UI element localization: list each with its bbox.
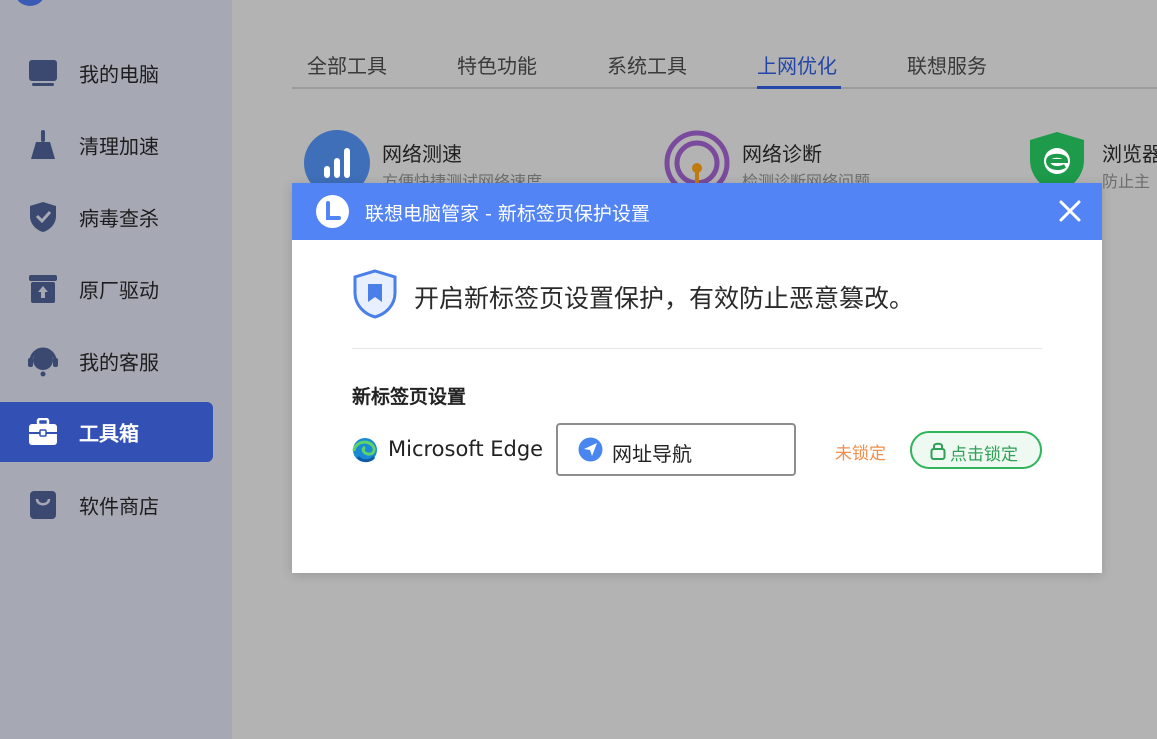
app-logo: [14, 0, 46, 6]
sidebar-item-software-store[interactable]: 软件商店: [0, 475, 213, 535]
lock-icon: [930, 442, 946, 460]
shield-icon: [27, 201, 59, 233]
tab-all-tools[interactable]: 全部工具: [307, 50, 387, 79]
active-tab-indicator: [757, 86, 841, 89]
tool-name: 网络诊断: [742, 142, 822, 166]
sidebar-item-label: 软件商店: [79, 494, 159, 519]
broom-icon: [27, 129, 59, 161]
tab-featured[interactable]: 特色功能: [457, 50, 537, 79]
tool-name: 浏览器: [1102, 142, 1157, 166]
headset-icon: [27, 345, 59, 377]
lenovo-manager-logo-icon: [316, 195, 349, 228]
tool-name: 网络测速: [382, 142, 462, 166]
tab-lenovo-services[interactable]: 联想服务: [907, 50, 987, 79]
sidebar-item-label: 原厂驱动: [79, 278, 159, 303]
dialog-header: 联想电脑管家 - 新标签页保护设置: [292, 183, 1102, 240]
tool-description: 防止主: [1102, 172, 1151, 191]
browser-name: Microsoft Edge: [388, 437, 544, 461]
tab-internet-optimize[interactable]: 上网优化: [757, 50, 837, 79]
tab-system-tools[interactable]: 系统工具: [607, 50, 687, 79]
computer-icon: [27, 57, 59, 89]
sidebar-item-customer-service[interactable]: 我的客服: [0, 331, 213, 391]
lock-status-badge: 未锁定: [835, 444, 886, 464]
divider: [352, 348, 1042, 349]
sidebar-item-label: 病毒查杀: [79, 206, 159, 231]
section-title: 新标签页设置: [352, 386, 467, 408]
sidebar-item-my-computer[interactable]: 我的电脑: [0, 43, 213, 103]
sidebar-item-clean-speedup[interactable]: 清理加速: [0, 115, 213, 175]
sidebar-item-toolbox[interactable]: 工具箱: [0, 402, 213, 462]
sidebar-item-label: 清理加速: [79, 134, 159, 159]
shopping-bag-icon: [27, 489, 59, 521]
driver-upload-icon: [27, 273, 59, 305]
sidebar: 我的电脑 清理加速 病毒查杀 原厂驱动 我的客服 工具箱 软件商店: [0, 0, 232, 739]
new-tab-page-select[interactable]: 网址导航: [556, 423, 796, 476]
sidebar-item-label: 工具箱: [79, 421, 139, 446]
new-tab-protection-dialog: 联想电脑管家 - 新标签页保护设置 开启新标签页设置保护，有效防止恶意篡改。 新…: [292, 183, 1102, 573]
protection-description: 开启新标签页设置保护，有效防止恶意篡改。: [414, 284, 915, 313]
sidebar-item-label: 我的电脑: [79, 62, 159, 87]
lock-button[interactable]: 点击锁定: [910, 431, 1042, 469]
toolbox-icon: [27, 416, 59, 448]
sidebar-item-virus-scan[interactable]: 病毒查杀: [0, 187, 213, 247]
navigation-arrow-icon: [578, 437, 603, 462]
close-icon[interactable]: [1056, 197, 1084, 225]
microsoft-edge-icon: [352, 438, 377, 463]
tool-category-tabs: 全部工具 特色功能 系统工具 上网优化 联想服务: [292, 40, 1157, 89]
dialog-title: 联想电脑管家 - 新标签页保护设置: [365, 203, 650, 225]
bookmark-shield-icon: [353, 269, 397, 319]
selected-page-value: 网址导航: [612, 442, 692, 466]
sidebar-item-driver[interactable]: 原厂驱动: [0, 259, 213, 319]
lock-button-label: 点击锁定: [950, 445, 1018, 465]
sidebar-item-label: 我的客服: [79, 350, 159, 375]
